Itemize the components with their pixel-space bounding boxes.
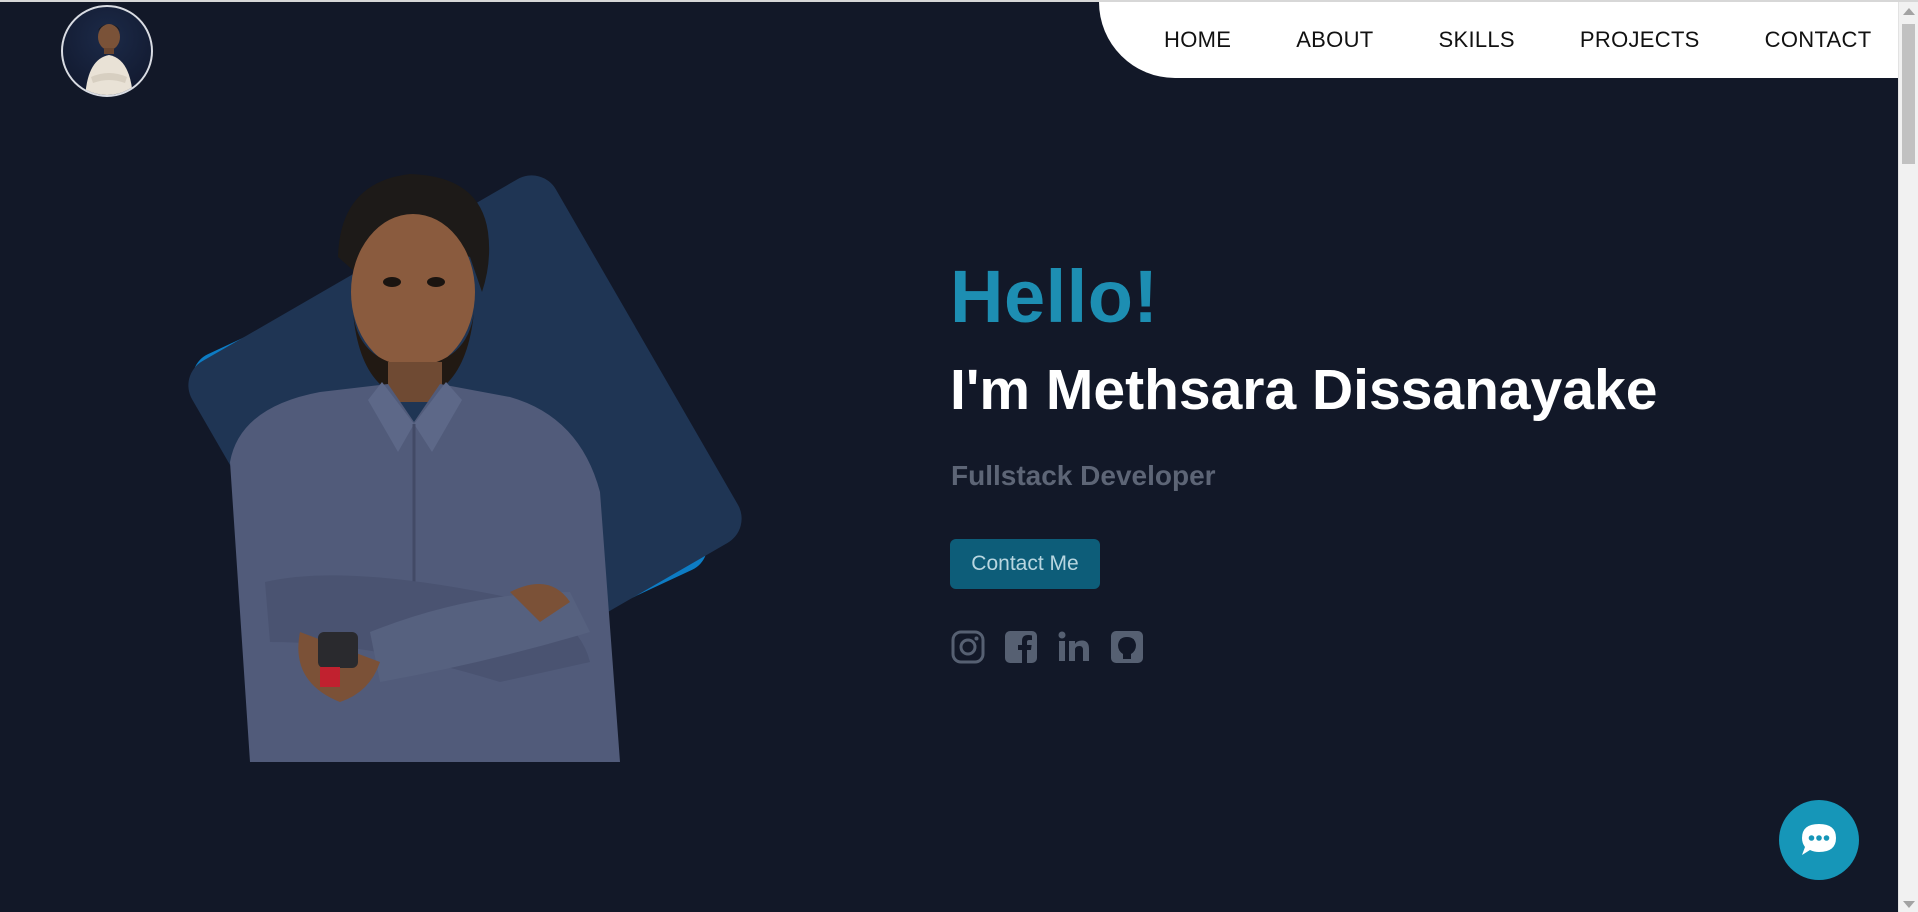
vertical-scrollbar[interactable] <box>1898 2 1918 912</box>
social-links <box>950 629 1145 665</box>
chat-bubble-icon <box>1802 824 1836 855</box>
chat-button[interactable] <box>1779 800 1859 880</box>
nav-skills[interactable]: SKILLS <box>1439 27 1515 53</box>
hero-portrait-art <box>170 162 770 782</box>
scroll-thumb[interactable] <box>1902 24 1915 164</box>
main-nav: HOME ABOUT SKILLS PROJECTS CONTACT <box>1099 2 1898 78</box>
scroll-down-arrow-icon[interactable] <box>1903 901 1915 908</box>
hero-greeting: Hello! <box>950 255 1159 338</box>
linkedin-icon[interactable] <box>1056 629 1092 665</box>
page: HOME ABOUT SKILLS PROJECTS CONTACT Hello… <box>0 0 1918 912</box>
portrait-person-image <box>230 174 620 762</box>
contact-me-button[interactable]: Contact Me <box>950 539 1100 589</box>
nav-projects[interactable]: PROJECTS <box>1580 27 1700 53</box>
instagram-icon[interactable] <box>950 629 986 665</box>
logo-avatar[interactable] <box>61 5 153 97</box>
nav-home[interactable]: HOME <box>1164 27 1231 53</box>
nav-contact[interactable]: CONTACT <box>1765 27 1872 53</box>
hero-name: I'm Methsara Dissanayake <box>950 358 1658 422</box>
hero-role: Fullstack Developer <box>951 460 1216 491</box>
nav-about[interactable]: ABOUT <box>1296 27 1373 53</box>
scroll-up-arrow-icon[interactable] <box>1903 8 1915 15</box>
avatar-person-image <box>85 24 133 95</box>
github-icon[interactable] <box>1109 629 1145 665</box>
facebook-icon[interactable] <box>1003 629 1039 665</box>
